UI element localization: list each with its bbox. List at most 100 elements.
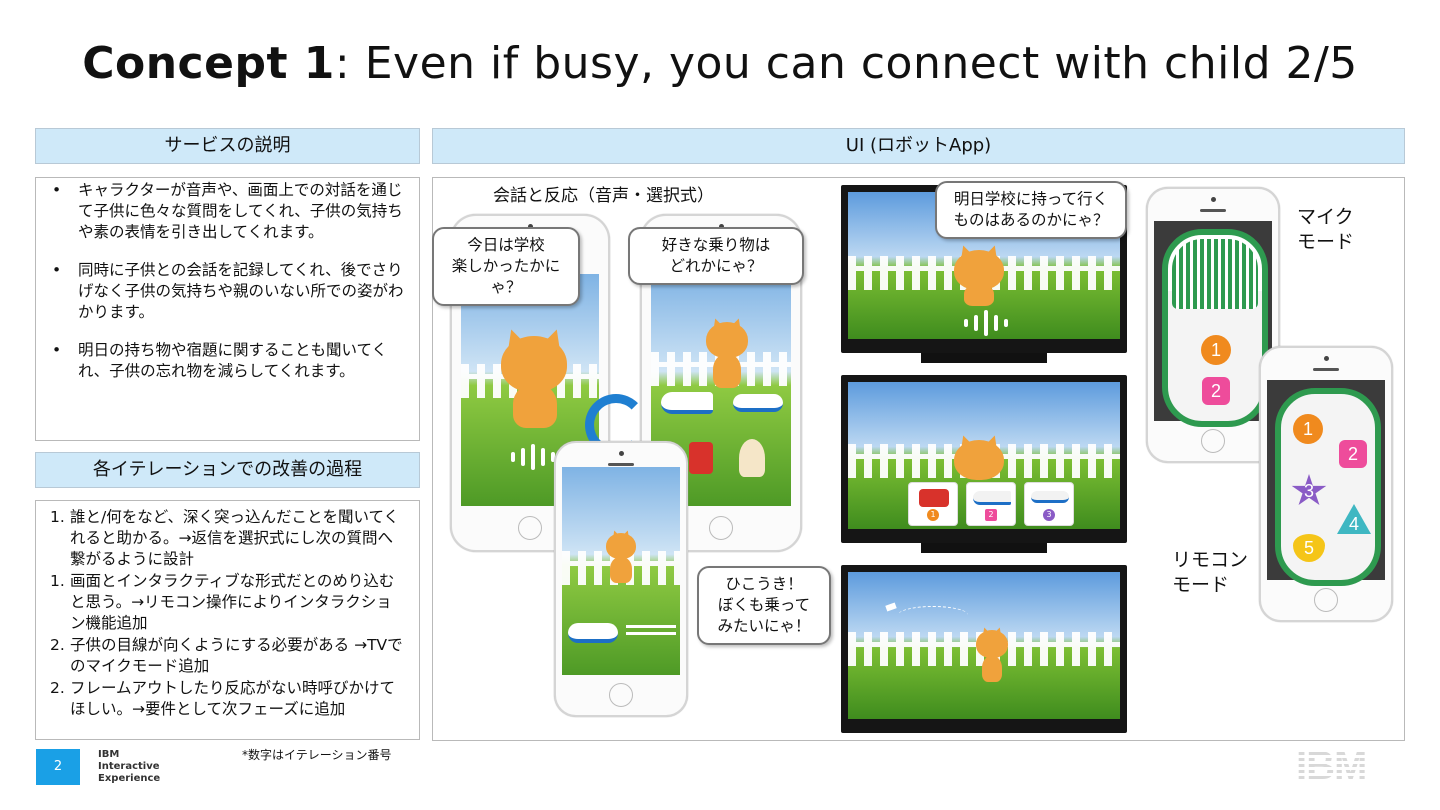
service-bullet: 同時に子供との会話を記録してくれ、後でさりげなく子供の気持ちや親のいない所での姿… (52, 260, 407, 323)
service-description-box: キャラクターが音声や、画面上での対話を通じて子供に色々な質問をしてくれ、子供の気… (35, 177, 420, 441)
remote-button-1[interactable]: 1 (1201, 335, 1231, 365)
remote-button-2[interactable]: 2 (1202, 377, 1230, 405)
speech-bubble-text: ひこうき！ ぼくも乗って みたいにゃ！ (717, 575, 811, 635)
speed-lines (626, 625, 676, 639)
iteration-number: 2. (50, 679, 65, 697)
cat-character (706, 322, 748, 358)
train-icon (973, 491, 1011, 505)
tv-choice-screen: 1 2 3 (841, 375, 1127, 553)
mic-mode-label: マイク モード (1297, 206, 1355, 253)
tv-plane-screen (841, 565, 1127, 733)
speech-bubble-text: 今日は学校 楽しかったかにゃ？ (451, 236, 561, 296)
brand-block: IBM Interactive Experience (98, 749, 160, 785)
slide-title: Concept 1: Even if busy, you can connect… (0, 38, 1440, 89)
iteration-box: 1. 誰と/何をなど、深く突っ込んだことを聞いてくれると助かる。→返信を選択式にし… (35, 500, 420, 740)
airplane-icon[interactable] (733, 394, 783, 412)
remote-button-4[interactable]: 4 (1337, 504, 1371, 534)
ui-header: UI (ロボットApp) (432, 128, 1405, 164)
remote-mode-label: リモコン モード (1172, 549, 1249, 596)
iteration-item: 1. 画面とインタラクティブな形式だとのめり込むと思う。→リモコン操作によりインタ… (50, 571, 407, 634)
speech-bubble-text: 好きな乗り物は どれかにゃ？ (661, 236, 771, 275)
service-bullet: キャラクターが音声や、画面上での対話を通じて子供に色々な質問をしてくれ、子供の気… (52, 180, 407, 243)
voice-wave-icon (511, 444, 555, 470)
brand-line: Experience (98, 773, 161, 784)
car-icon[interactable] (689, 442, 713, 474)
phone-camera (1211, 197, 1216, 202)
iteration-text: 画面とインタラクティブな形式だとのめり込むと思う。→リモコン操作によりインタラク… (70, 572, 395, 632)
iteration-item: 2. フレームアウトしたり反応がない時呼びかけてほしい。→要件として次フェーズに追… (50, 678, 407, 720)
slide-title-rest: : Even if busy, you can connect with chi… (334, 38, 1358, 89)
cat-body (513, 384, 557, 428)
cat-body (964, 284, 994, 306)
choice-number: 3 (1043, 509, 1055, 521)
iteration-number: 1. (50, 572, 65, 590)
home-button[interactable] (1314, 588, 1338, 612)
phone-camera (1324, 356, 1329, 361)
home-button[interactable] (709, 516, 733, 540)
cat-body (610, 557, 632, 583)
car-icon (919, 489, 949, 507)
speech-bubble-text: 明日学校に持って行く ものはあるのかにゃ？ (953, 190, 1109, 229)
paper-plane-icon (885, 602, 897, 612)
page-number: 2 (36, 749, 80, 785)
phone-remote-mode: 1 2 3 4 5 (1259, 346, 1393, 622)
phone-speaker (1200, 209, 1226, 212)
phone-camera (619, 451, 624, 456)
home-button[interactable] (1201, 429, 1225, 453)
iteration-number: 2. (50, 636, 65, 654)
choice-airplane[interactable]: 3 (1024, 482, 1074, 526)
airplane-icon (1031, 491, 1069, 503)
voice-wave-icon (964, 310, 1008, 336)
iteration-text: 誰と/何をなど、深く突っ込んだことを聞いてくれると助かる。→返信を選択式にし次の… (70, 508, 400, 568)
phone-speaker (608, 463, 634, 466)
slide-title-bold: Concept 1 (82, 38, 335, 89)
mic-remote: 1 2 (1162, 229, 1268, 427)
iteration-header: 各イテレーションでの改善の過程 (35, 452, 420, 488)
phone-speaker (1313, 368, 1339, 371)
train-icon[interactable] (661, 392, 713, 414)
cat-body (713, 354, 741, 388)
speech-bubble-school: 今日は学校 楽しかったかにゃ？ (432, 227, 580, 306)
home-button[interactable] (609, 683, 633, 707)
iteration-text: フレームアウトしたり反応がない時呼びかけてほしい。→要件として次フェーズに追加 (70, 679, 396, 718)
phone-display: 1 2 (1154, 221, 1272, 427)
shape-remote: 1 2 3 4 5 (1275, 388, 1381, 586)
choice-train[interactable]: 2 (966, 482, 1016, 526)
microphone-grille-icon (1172, 239, 1258, 309)
cat-body (982, 656, 1002, 682)
choice-number: 2 (985, 509, 997, 521)
tv-stand (921, 543, 1047, 553)
remote-button-1[interactable]: 1 (1293, 414, 1323, 444)
phone-display (562, 467, 680, 675)
tv-stand (921, 353, 1047, 363)
phone-screen-plane (554, 441, 688, 717)
airplane-icon (568, 623, 618, 643)
iteration-item: 2. 子供の目線が向くようにする必要がある →TVでのマイクモード追加 (50, 635, 407, 677)
brand-line: Interactive (98, 761, 160, 772)
iteration-list: 1. 誰と/何をなど、深く突っ込んだことを聞いてくれると助かる。→返信を選択式にし… (36, 501, 419, 720)
flight-path (898, 606, 968, 624)
remote-button-2[interactable]: 2 (1339, 440, 1367, 468)
speech-bubble-vehicle: 好きな乗り物は どれかにゃ？ (628, 227, 804, 285)
home-button[interactable] (518, 516, 542, 540)
iteration-text: 子供の目線が向くようにする必要がある →TVでのマイクモード追加 (70, 636, 403, 675)
brand-line: IBM (98, 749, 120, 760)
conversation-label: 会話と反応（音声・選択式） (493, 186, 714, 206)
choice-number: 1 (927, 509, 939, 521)
cat-character (954, 440, 1004, 480)
remote-button-5[interactable]: 5 (1293, 534, 1325, 562)
service-bullets: キャラクターが音声や、画面上での対話を通じて子供に色々な質問をしてくれ、子供の気… (36, 180, 419, 382)
iteration-note: *数字はイテレーション番号 (242, 748, 392, 762)
remote-button-3[interactable]: 3 (1291, 474, 1327, 505)
speech-bubble-tomorrow: 明日学校に持って行く ものはあるのかにゃ？ (935, 181, 1127, 239)
cat-character (976, 630, 1008, 658)
speech-bubble-plane: ひこうき！ ぼくも乗って みたいにゃ！ (697, 566, 831, 645)
tv-display: 1 2 3 (848, 382, 1120, 529)
rocket-icon[interactable] (739, 439, 765, 477)
iteration-item: 1. 誰と/何をなど、深く突っ込んだことを聞いてくれると助かる。→返信を選択式にし… (50, 507, 407, 570)
service-description-header: サービスの説明 (35, 128, 420, 164)
ibm-logo: IBM (1296, 746, 1388, 786)
choice-car[interactable]: 1 (908, 482, 958, 526)
service-bullet: 明日の持ち物や宿題に関することも聞いてくれ、子供の忘れ物を減らしてくれます。 (52, 340, 407, 382)
iteration-number: 1. (50, 508, 65, 526)
